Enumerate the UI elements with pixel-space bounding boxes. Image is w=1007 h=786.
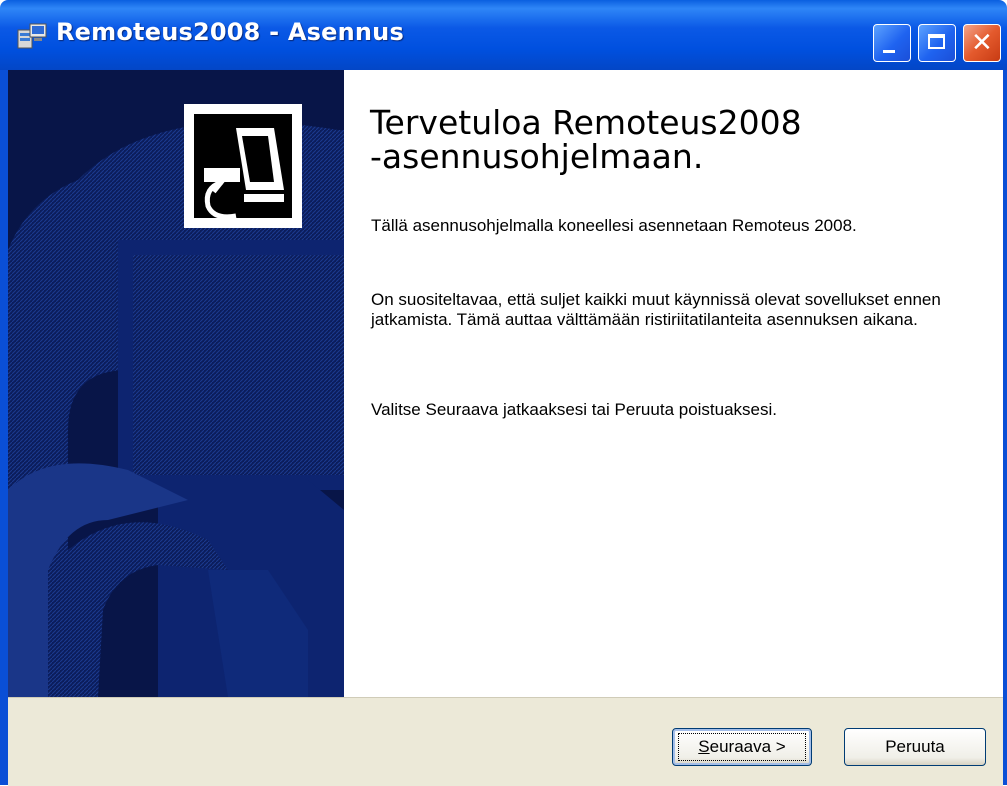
banner-artwork — [8, 70, 344, 697]
minimize-icon — [883, 50, 895, 53]
focus-rectangle — [678, 733, 806, 761]
wizard-banner — [8, 70, 344, 697]
welcome-paragraph-2: On suositeltavaa, että suljet kaikki muu… — [371, 290, 941, 329]
window-frame-right — [1003, 70, 1007, 785]
cancel-button[interactable]: Peruuta — [844, 728, 986, 766]
installer-icon — [17, 23, 47, 49]
close-icon: ✕ — [971, 28, 993, 58]
minimize-button[interactable] — [873, 24, 911, 62]
welcome-paragraph-3: Valitse Seuraava jatkaaksesi tai Peruuta… — [371, 400, 778, 419]
close-button[interactable]: ✕ — [963, 24, 1001, 62]
welcome-title: Tervetuloa Remoteus2008 -asennusohjelmaa… — [370, 103, 802, 176]
title-bar[interactable]: Remoteus2008 - Asennus ✕ — [0, 0, 1007, 70]
next-button[interactable]: Seuraava > — [672, 728, 812, 766]
maximize-icon — [928, 34, 945, 49]
wizard-content: Tervetuloa Remoteus2008 -asennusohjelmaa… — [344, 70, 1003, 697]
window-title: Remoteus2008 - Asennus — [56, 18, 404, 46]
button-bar: Seuraava > Peruuta — [8, 697, 1003, 786]
installer-window: Remoteus2008 - Asennus ✕ Tervetuloa Remo… — [0, 0, 1007, 786]
window-frame-left — [0, 70, 8, 785]
maximize-button[interactable] — [918, 24, 956, 62]
welcome-paragraph-1: Tällä asennusohjelmalla koneellesi asenn… — [371, 216, 857, 235]
